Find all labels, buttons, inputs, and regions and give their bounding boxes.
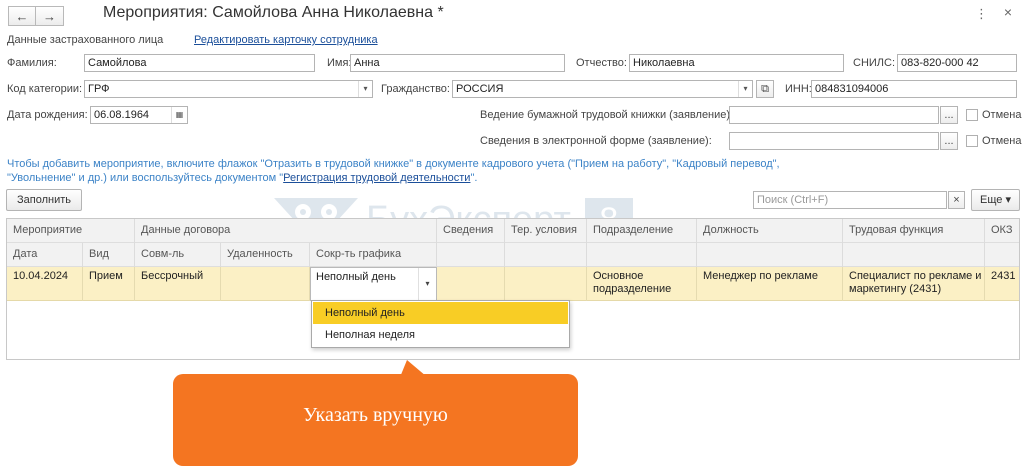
schedule-value: Неполный день (316, 271, 396, 283)
chevron-down-icon[interactable]: ▾ (418, 268, 436, 300)
close-icon: × (953, 194, 960, 206)
paper-book-field[interactable] (729, 106, 939, 124)
col-department[interactable]: Подразделение (587, 219, 697, 243)
cell-territory[interactable] (505, 267, 587, 301)
patronymic-label: Отчество: (576, 57, 627, 69)
name-label: Имя: (327, 57, 352, 69)
name-field[interactable]: Анна (350, 54, 565, 72)
option-part-week[interactable]: Неполная неделя (313, 324, 568, 346)
schedule-select[interactable]: Неполный день ▾ (310, 267, 437, 301)
citizenship-label: Гражданство: (381, 83, 450, 95)
cell-okz[interactable]: 2431 (985, 267, 1019, 301)
col-info[interactable]: Сведения (437, 219, 505, 243)
search-input[interactable]: Поиск (Ctrl+F) (753, 191, 947, 209)
table-header-sub: Дата Вид Совм-ль Удаленность Сокр-ть гра… (7, 243, 1019, 267)
calendar-icon[interactable]: ▦ (171, 107, 187, 123)
cell-date[interactable]: 10.04.2024 (7, 267, 83, 301)
col-type[interactable]: Вид (83, 243, 135, 267)
cell-combination[interactable]: Бессрочный (135, 267, 221, 301)
paper-book-cancel-label: Отмена (982, 109, 1022, 121)
col-contract[interactable]: Данные договора (135, 219, 437, 243)
birth-label: Дата рождения: (7, 109, 88, 121)
snils-label: СНИЛС: (853, 57, 896, 69)
table-header-top: Мероприятие Данные договора Сведения Тер… (7, 219, 1019, 243)
forward-button[interactable]: → (36, 6, 64, 26)
open-citizenship-button[interactable]: ⧉ (756, 80, 774, 98)
citizenship-select[interactable]: РОССИЯ ▾ (452, 80, 753, 98)
open-icon: ⧉ (761, 83, 769, 95)
window-title: Мероприятия: Самойлова Анна Николаевна * (103, 4, 444, 21)
cell-department[interactable]: Основное подразделение (587, 267, 697, 301)
arrow-right-icon: → (43, 8, 56, 24)
insured-section-label: Данные застрахованного лица (7, 34, 164, 46)
back-button[interactable]: ← (8, 6, 36, 26)
category-label: Код категории: (7, 83, 83, 95)
cell-info[interactable] (437, 267, 505, 301)
electronic-select-button[interactable]: ... (940, 132, 958, 150)
electronic-field[interactable] (729, 132, 939, 150)
col-combination[interactable]: Совм-ль (135, 243, 221, 267)
col-position[interactable]: Должность (697, 219, 843, 243)
chevron-down-icon[interactable]: ▾ (358, 81, 372, 97)
snils-field[interactable]: 083-820-000 42 (897, 54, 1017, 72)
inn-field[interactable]: 084831094006 (811, 80, 1017, 98)
arrow-left-icon: ← (15, 8, 29, 24)
hint-text: Чтобы добавить мероприятие, включите фла… (7, 158, 780, 184)
more-button[interactable]: Еще ▾ (971, 189, 1020, 211)
fill-button[interactable]: Заполнить (6, 189, 82, 211)
cell-position[interactable]: Менеджер по рекламе (697, 267, 843, 301)
paper-book-select-button[interactable]: ... (940, 106, 958, 124)
col-territory[interactable]: Тер. условия (505, 219, 587, 243)
cell-type[interactable]: Прием (83, 267, 135, 301)
patronymic-field[interactable]: Николаевна (629, 54, 844, 72)
surname-label: Фамилия: (7, 57, 57, 69)
clear-search-button[interactable]: × (948, 191, 965, 209)
electronic-label: Сведения в электронной форме (заявление)… (480, 135, 712, 147)
callout-text: Указать вручную (303, 404, 448, 426)
close-icon[interactable]: × (1004, 4, 1012, 20)
col-schedule[interactable]: Сокр-ть графика (310, 243, 437, 267)
inn-label: ИНН: (785, 83, 812, 95)
cell-function[interactable]: Специалист по рекламе и маркетингу (2431… (843, 267, 985, 301)
schedule-dropdown-list: Неполный день Неполная неделя (311, 300, 570, 348)
registration-doc-link[interactable]: Регистрация трудовой деятельности (283, 172, 470, 184)
electronic-cancel-checkbox[interactable] (966, 135, 978, 147)
col-date[interactable]: Дата (7, 243, 83, 267)
paper-book-label: Ведение бумажной трудовой книжки (заявле… (480, 109, 734, 121)
table-row[interactable]: 10.04.2024 Прием Бессрочный Неполный ден… (7, 267, 1019, 301)
form-window: ← → Мероприятия: Самойлова Анна Николаев… (0, 0, 1024, 360)
birth-date-field[interactable]: 06.08.1964 ▦ (90, 106, 188, 124)
more-menu-icon[interactable]: ⋮ (975, 6, 988, 22)
col-event[interactable]: Мероприятие (7, 219, 135, 243)
chevron-down-icon[interactable]: ▾ (738, 81, 752, 97)
col-okz[interactable]: ОКЗ (985, 219, 1019, 243)
paper-book-cancel-checkbox[interactable] (966, 109, 978, 121)
surname-field[interactable]: Самойлова (84, 54, 315, 72)
category-select[interactable]: ГРФ ▾ (84, 80, 373, 98)
col-function[interactable]: Трудовая функция (843, 219, 985, 243)
nav-buttons: ← → (8, 6, 64, 26)
edit-employee-link[interactable]: Редактировать карточку сотрудника (194, 34, 378, 46)
col-remote[interactable]: Удаленность (221, 243, 310, 267)
electronic-cancel-label: Отмена (982, 135, 1022, 147)
cell-remote[interactable] (221, 267, 310, 301)
option-part-day[interactable]: Неполный день (313, 302, 568, 324)
